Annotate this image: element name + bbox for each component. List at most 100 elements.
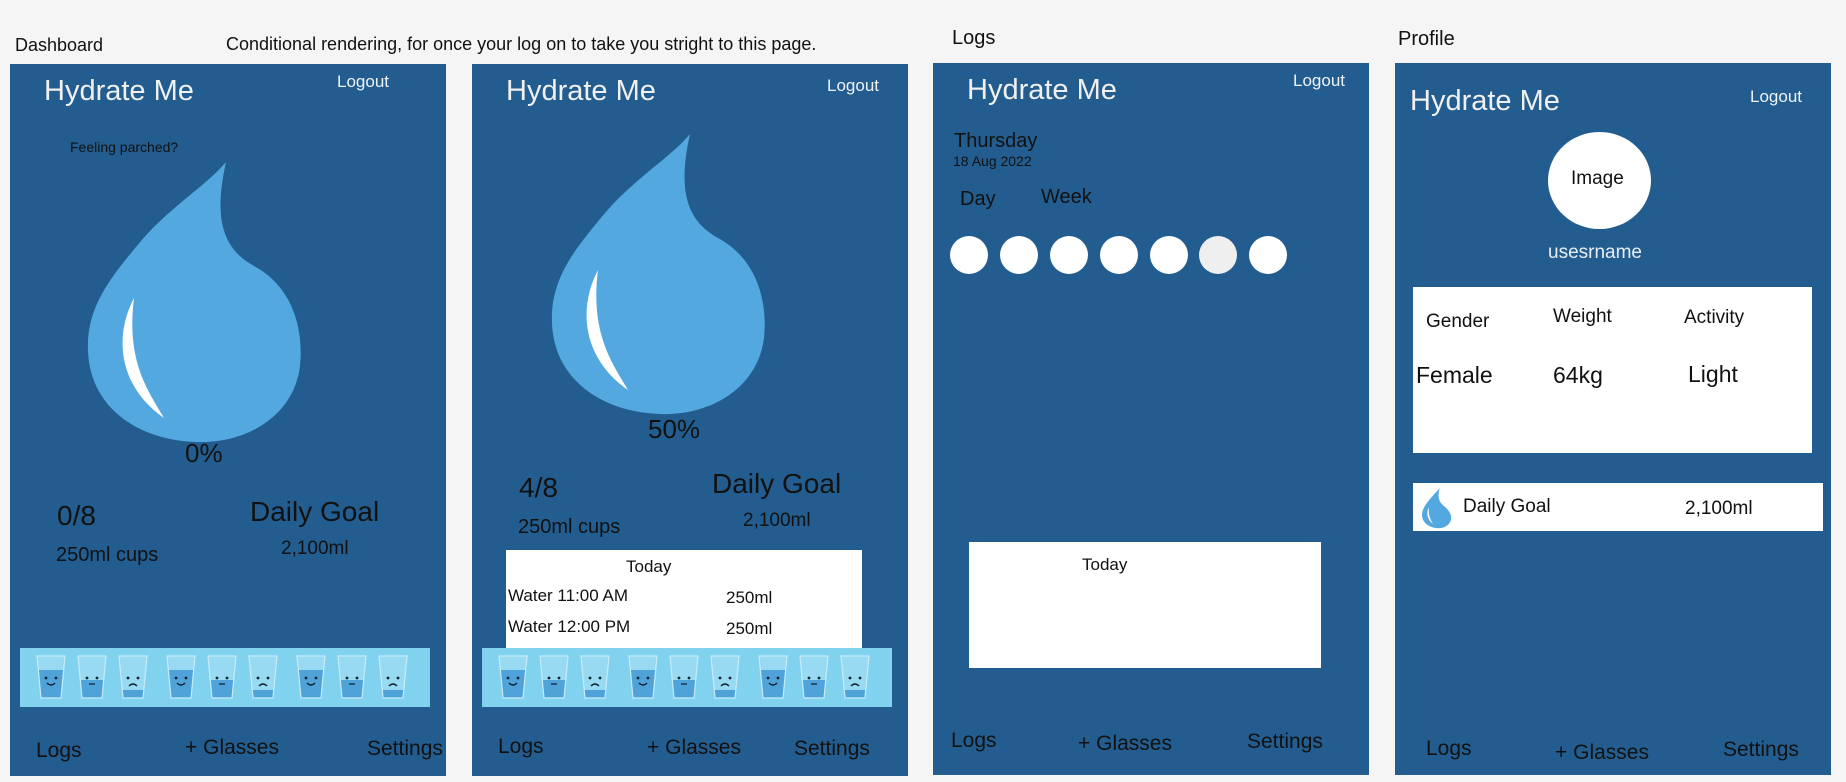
- daily-goal-value: 2,100ml: [281, 538, 349, 559]
- glass-neutral-icon[interactable]: [205, 654, 239, 702]
- logs-screen: Hydrate Me Logout Thursday 18 Aug 2022 D…: [933, 63, 1369, 775]
- app-title: Hydrate Me: [1410, 85, 1560, 117]
- glass-sad-icon[interactable]: [246, 654, 280, 702]
- nav-add-glasses-button[interactable]: + Glasses: [1078, 732, 1172, 756]
- water-drop-icon: [551, 134, 765, 415]
- nav-logs[interactable]: Logs: [1426, 737, 1472, 761]
- cups-size: 250ml cups: [518, 516, 621, 538]
- profile-screen: Hydrate Me Logout Image usesrname Gender…: [1395, 63, 1831, 775]
- glass-happy-icon[interactable]: [34, 654, 68, 702]
- glass-happy-icon[interactable]: [756, 654, 790, 702]
- caption-note: Conditional rendering, for once your log…: [226, 34, 817, 54]
- glass-neutral-icon[interactable]: [335, 654, 369, 702]
- tab-day[interactable]: Day: [960, 188, 996, 211]
- plus-icon: +: [647, 736, 660, 759]
- nav-glasses-label: Glasses: [203, 736, 279, 759]
- weekday-circle[interactable]: [1050, 236, 1088, 274]
- plus-icon: +: [1555, 741, 1568, 764]
- nav-add-glasses-button[interactable]: + Glasses: [1555, 741, 1649, 765]
- nav-logs[interactable]: Logs: [498, 735, 544, 759]
- gender-value: Female: [1416, 362, 1493, 388]
- glass-happy-icon[interactable]: [626, 654, 660, 702]
- date-text: 18 Aug 2022: [953, 153, 1032, 169]
- daily-goal-card: Daily Goal 2,100ml: [1413, 483, 1823, 531]
- glass-happy-icon[interactable]: [164, 654, 198, 702]
- avatar[interactable]: Image: [1548, 132, 1651, 229]
- logout-button[interactable]: Logout: [1293, 71, 1345, 91]
- caption-profile: Profile: [1398, 28, 1455, 50]
- glass-sad-icon[interactable]: [376, 654, 410, 702]
- today-title: Today: [1082, 555, 1128, 574]
- day-name: Thursday: [954, 130, 1038, 152]
- weekday-circle[interactable]: [1199, 236, 1237, 274]
- glass-neutral-icon[interactable]: [797, 654, 831, 702]
- app-title: Hydrate Me: [967, 74, 1117, 106]
- daily-goal-value: 2,100ml: [743, 510, 811, 531]
- caption-dashboard: Dashboard: [15, 35, 104, 55]
- plus-icon: +: [1078, 732, 1091, 755]
- app-title: Hydrate Me: [506, 75, 656, 107]
- dashboard-screen: Hydrate Me Logout Feeling parched? 0% 0/…: [10, 64, 446, 776]
- daily-goal-label: Daily Goal: [1463, 496, 1551, 517]
- avatar-label: Image: [1571, 168, 1624, 189]
- progress-percent: 0%: [185, 438, 223, 468]
- glass-neutral-icon[interactable]: [667, 654, 701, 702]
- nav-logs[interactable]: Logs: [36, 739, 82, 763]
- activity-value: Light: [1688, 361, 1738, 387]
- log-entry-label: Water 12:00 PM: [508, 617, 631, 636]
- tab-week[interactable]: Week: [1041, 186, 1092, 209]
- weekday-circle[interactable]: [1150, 236, 1188, 274]
- glass-sad-icon[interactable]: [116, 654, 150, 702]
- today-log-card: Today Water 11:00 AM 250ml Water 12:00 P…: [506, 550, 862, 650]
- cups-count: 4/8: [519, 472, 558, 503]
- logout-button[interactable]: Logout: [827, 76, 879, 96]
- weight-value: 64kg: [1553, 362, 1603, 388]
- logout-button[interactable]: Logout: [1750, 87, 1802, 107]
- cups-count: 0/8: [57, 500, 96, 531]
- activity-label: Activity: [1684, 307, 1745, 328]
- weekday-circle[interactable]: [1249, 236, 1287, 274]
- weekday-circle[interactable]: [950, 236, 988, 274]
- glass-neutral-icon[interactable]: [75, 654, 109, 702]
- glass-neutral-icon[interactable]: [537, 654, 571, 702]
- glasses-tracker[interactable]: [20, 648, 430, 707]
- weight-label: Weight: [1553, 306, 1612, 327]
- caption-logs: Logs: [952, 27, 996, 49]
- log-entry-amount: 250ml: [726, 588, 773, 607]
- nav-settings[interactable]: Settings: [1723, 738, 1799, 762]
- nav-add-glasses-button[interactable]: + Glasses: [647, 736, 741, 760]
- glass-sad-icon[interactable]: [578, 654, 612, 702]
- glass-sad-icon[interactable]: [838, 654, 872, 702]
- today-log-card: Today: [969, 542, 1321, 668]
- glass-happy-icon[interactable]: [294, 654, 328, 702]
- glasses-tracker[interactable]: [482, 648, 892, 707]
- app-title: Hydrate Me: [44, 75, 194, 107]
- logout-button[interactable]: Logout: [337, 72, 389, 92]
- plus-icon: +: [185, 736, 198, 759]
- log-entry-amount: 250ml: [726, 619, 773, 638]
- nav-add-glasses-button[interactable]: + Glasses: [185, 736, 279, 760]
- log-entry-label: Water 11:00 AM: [508, 586, 628, 605]
- weekday-circle[interactable]: [1100, 236, 1138, 274]
- gender-label: Gender: [1426, 311, 1490, 332]
- nav-logs[interactable]: Logs: [951, 729, 997, 753]
- daily-goal-value: 2,100ml: [1685, 498, 1753, 519]
- glass-happy-icon[interactable]: [496, 654, 530, 702]
- username: usesrname: [1548, 242, 1642, 263]
- water-drop-icon: [87, 162, 301, 443]
- daily-goal-label: Daily Goal: [250, 496, 380, 527]
- cups-size: 250ml cups: [56, 544, 159, 566]
- nav-settings[interactable]: Settings: [794, 737, 870, 761]
- water-drop-icon: [1422, 487, 1452, 529]
- progress-percent: 50%: [648, 414, 701, 444]
- profile-stats-card: Gender Weight Activity Female 64kg Light: [1413, 287, 1812, 453]
- today-title: Today: [626, 557, 672, 576]
- dashboard-logged-screen: Hydrate Me Logout 50% 4/8 250ml cups Dai…: [472, 64, 908, 776]
- nav-settings[interactable]: Settings: [367, 737, 443, 761]
- weekday-circle[interactable]: [1000, 236, 1038, 274]
- glass-sad-icon[interactable]: [708, 654, 742, 702]
- nav-glasses-label: Glasses: [1096, 732, 1172, 755]
- nav-settings[interactable]: Settings: [1247, 730, 1323, 754]
- daily-goal-label: Daily Goal: [712, 468, 842, 499]
- nav-glasses-label: Glasses: [665, 736, 741, 759]
